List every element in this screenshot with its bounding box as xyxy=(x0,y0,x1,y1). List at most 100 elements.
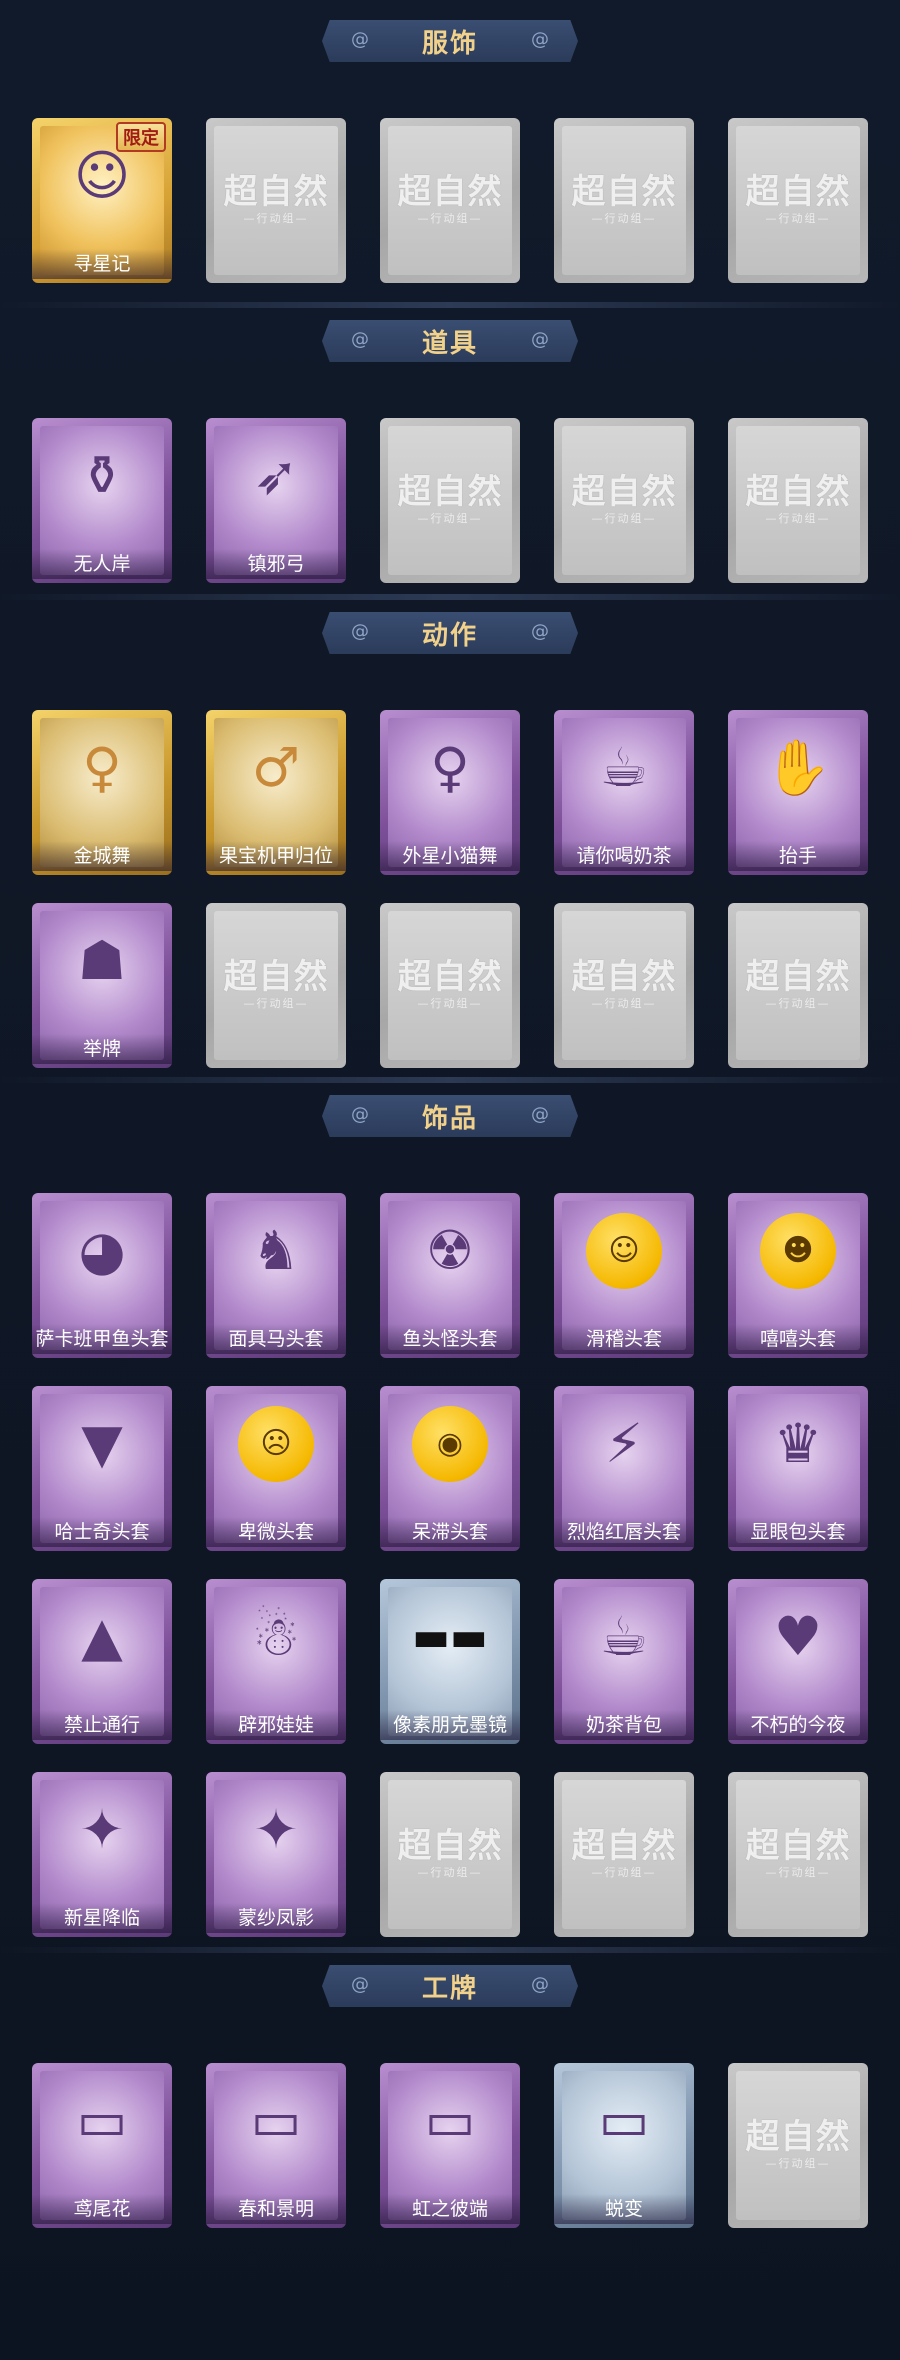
locked-item-slot[interactable]: 超自然 —行动组— xyxy=(728,2063,868,2228)
watermark-subtitle: —行动组— xyxy=(591,1866,657,1879)
item-label: 新星降临 xyxy=(32,1903,172,1933)
locked-item-slot[interactable]: 超自然 —行动组— xyxy=(380,903,520,1068)
item-card[interactable]: ☗ 举牌 xyxy=(32,903,172,1068)
watermark-logo: 超自然 xyxy=(223,957,329,997)
section-divider xyxy=(0,1077,900,1083)
locked-item-slot[interactable]: 超自然 —行动组— xyxy=(206,118,346,283)
watermark-subtitle: —行动组— xyxy=(765,1866,831,1879)
locked-item-slot[interactable]: 超自然 —行动组— xyxy=(728,118,868,283)
item-card[interactable]: ☢ 鱼头怪头套 xyxy=(380,1193,520,1358)
watermark-logo: 超自然 xyxy=(745,472,851,512)
locked-item-slot[interactable]: 超自然 —行动组— xyxy=(380,118,520,283)
locked-item-slot[interactable]: 超自然 —行动组— xyxy=(554,903,694,1068)
locked-item-slot[interactable]: 超自然 —行动组— xyxy=(554,118,694,283)
item-label: 寻星记 xyxy=(32,249,172,279)
watermark-subtitle: —行动组— xyxy=(243,997,309,1010)
item-label: 呆滞头套 xyxy=(380,1517,520,1547)
funny-face-icon: ☺ xyxy=(586,1213,662,1289)
item-card[interactable]: ▭ 春和景明 xyxy=(206,2063,346,2228)
hold-sign-icon: ☗ xyxy=(77,929,127,992)
locked-item-slot[interactable]: 超自然 —行动组— xyxy=(380,418,520,583)
item-card[interactable]: ◕ 萨卡班甲鱼头套 xyxy=(32,1193,172,1358)
item-label: 鱼头怪头套 xyxy=(380,1324,520,1354)
item-label: 虹之彼端 xyxy=(380,2194,520,2224)
raise-hand-icon: ✋ xyxy=(764,736,832,799)
item-card[interactable]: ♥ 不朽的今夜 xyxy=(728,1579,868,1744)
item-label: 举牌 xyxy=(32,1034,172,1064)
item-label: 面具马头套 xyxy=(206,1324,346,1354)
swirl-ornament-icon: @ xyxy=(351,1104,369,1125)
item-card[interactable]: ☹ 卑微头套 xyxy=(206,1386,346,1551)
item-card[interactable]: ☻ 嘻嘻头套 xyxy=(728,1193,868,1358)
item-card[interactable]: ☺ 滑稽头套 xyxy=(554,1193,694,1358)
item-card[interactable]: ▲ 禁止通行 xyxy=(32,1579,172,1744)
item-card[interactable]: ▭ 虹之彼端 xyxy=(380,2063,520,2228)
item-card[interactable]: ♂ 果宝机甲归位 xyxy=(206,710,346,875)
horse-head-icon: ♞ xyxy=(251,1219,301,1282)
character-avatar-icon: ☺ xyxy=(73,144,131,207)
item-card[interactable]: ✋ 抬手 xyxy=(728,710,868,875)
swirl-ornament-icon: @ xyxy=(531,29,549,50)
item-card[interactable]: ☺ 限定寻星记 xyxy=(32,118,172,283)
item-card[interactable]: ⚡ 烈焰红唇头套 xyxy=(554,1386,694,1551)
item-card[interactable]: ♞ 面具马头套 xyxy=(206,1193,346,1358)
watermark-logo: 超自然 xyxy=(397,957,503,997)
item-card[interactable]: ✦ 新星降临 xyxy=(32,1772,172,1937)
badge-card-icon: ▭ xyxy=(250,2089,302,2152)
section-title: 饰品 xyxy=(421,1103,478,1134)
item-label: 无人岸 xyxy=(32,549,172,579)
item-card[interactable]: ♀ 金城舞 xyxy=(32,710,172,875)
item-label: 哈士奇头套 xyxy=(32,1517,172,1547)
section-title: 服饰 xyxy=(421,28,478,59)
locked-item-slot[interactable]: 超自然 —行动组— xyxy=(554,1772,694,1937)
watermark-logo: 超自然 xyxy=(745,957,851,997)
item-label: 辟邪娃娃 xyxy=(206,1710,346,1740)
locked-item-slot[interactable]: 超自然 —行动组— xyxy=(728,903,868,1068)
watermark-subtitle: —行动组— xyxy=(765,512,831,525)
item-card[interactable]: ☃ 辟邪娃娃 xyxy=(206,1579,346,1744)
item-label: 奶茶背包 xyxy=(554,1710,694,1740)
pikachu-head-icon: ⚡ xyxy=(605,1412,643,1475)
item-card[interactable]: ✦ 蒙纱凤影 xyxy=(206,1772,346,1937)
watermark-subtitle: —行动组— xyxy=(765,212,831,225)
item-card[interactable]: ▬▬ 像素朋克墨镜 xyxy=(380,1579,520,1744)
watermark-subtitle: —行动组— xyxy=(417,997,483,1010)
keychain-doll-icon: ✦ xyxy=(253,1798,299,1861)
locked-item-slot[interactable]: 超自然 —行动组— xyxy=(206,903,346,1068)
item-label: 镇邪弓 xyxy=(206,549,346,579)
watermark-subtitle: —行动组— xyxy=(765,2157,831,2170)
watermark-subtitle: —行动组— xyxy=(765,997,831,1010)
watermark-subtitle: —行动组— xyxy=(591,512,657,525)
item-card[interactable]: ▭ 鸢尾花 xyxy=(32,2063,172,2228)
limited-badge: 限定 xyxy=(116,122,166,152)
bow-icon: ➶ xyxy=(253,444,299,507)
item-card[interactable]: ⚱ 无人岸 xyxy=(32,418,172,583)
item-label: 金城舞 xyxy=(32,841,172,871)
locked-item-slot[interactable]: 超自然 —行动组— xyxy=(728,418,868,583)
locked-item-slot[interactable]: 超自然 —行动组— xyxy=(380,1772,520,1937)
swirl-ornament-icon: @ xyxy=(351,621,369,642)
swirl-ornament-icon: @ xyxy=(351,1974,369,1995)
item-label: 外星小猫舞 xyxy=(380,841,520,871)
section-header: @ 工牌 @ xyxy=(322,1965,578,2007)
watermark-subtitle: —行动组— xyxy=(417,212,483,225)
section-title: 工牌 xyxy=(421,1973,478,2004)
locked-item-slot[interactable]: 超自然 —行动组— xyxy=(554,418,694,583)
item-card[interactable]: ☕ 奶茶背包 xyxy=(554,1579,694,1744)
watermark-logo: 超自然 xyxy=(745,172,851,212)
item-card[interactable]: ▼ 哈士奇头套 xyxy=(32,1386,172,1551)
item-card[interactable]: ◉ 呆滞头套 xyxy=(380,1386,520,1551)
watermark-logo: 超自然 xyxy=(571,957,677,997)
item-card[interactable]: ▭ 蜕变 xyxy=(554,2063,694,2228)
item-card[interactable]: ♛ 显眼包头套 xyxy=(728,1386,868,1551)
item-card[interactable]: ➶ 镇邪弓 xyxy=(206,418,346,583)
swirl-ornament-icon: @ xyxy=(351,329,369,350)
badge-card-icon: ▭ xyxy=(76,2089,128,2152)
locked-item-slot[interactable]: 超自然 —行动组— xyxy=(728,1772,868,1937)
item-card[interactable]: ☕ 请你喝奶茶 xyxy=(554,710,694,875)
swirl-ornament-icon: @ xyxy=(531,621,549,642)
item-label: 春和景明 xyxy=(206,2194,346,2224)
badge-card-icon: ▭ xyxy=(424,2089,476,2152)
item-card[interactable]: ♀ 外星小猫舞 xyxy=(380,710,520,875)
traffic-cone-icon: ▲ xyxy=(81,1605,123,1668)
